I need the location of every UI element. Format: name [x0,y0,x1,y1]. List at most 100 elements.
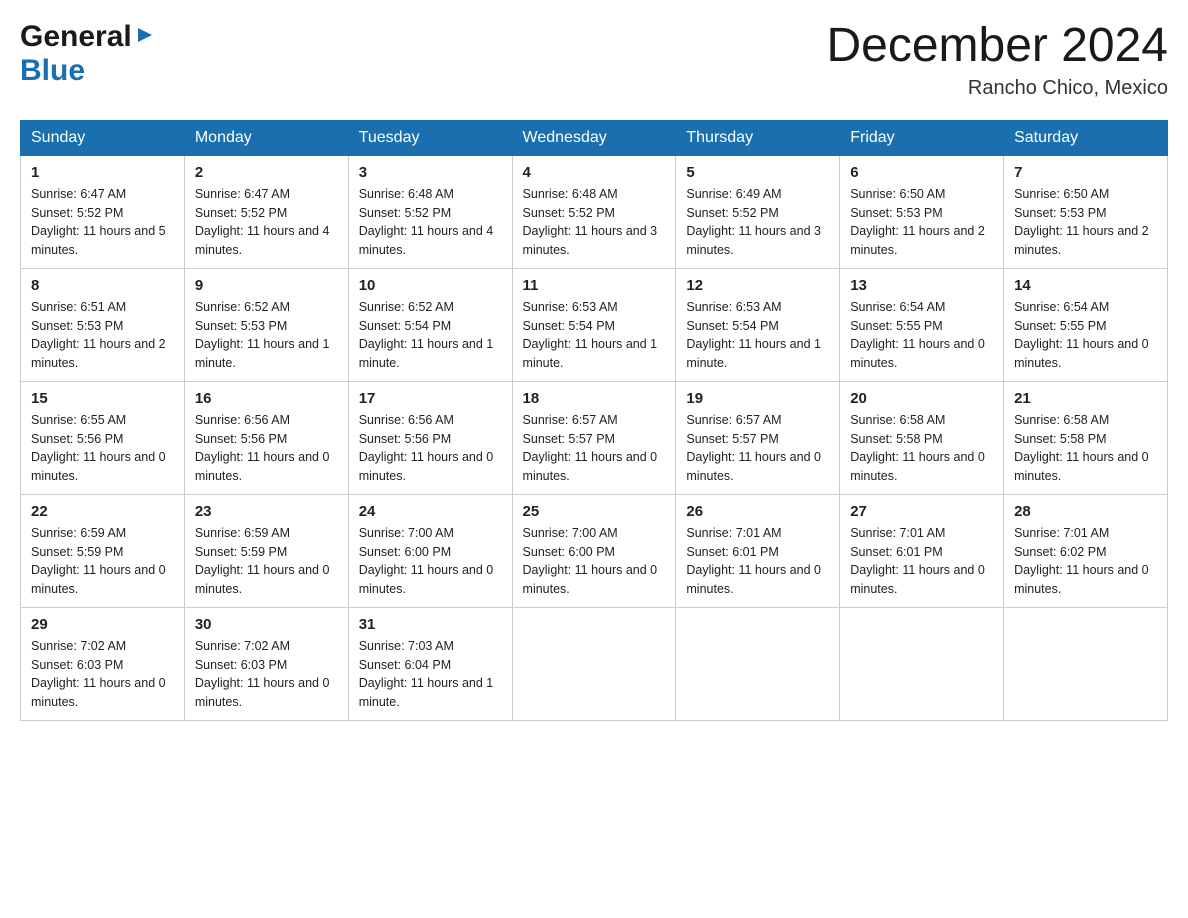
day-number: 28 [1014,503,1157,520]
calendar-day-30: 30 Sunrise: 7:02 AM Sunset: 6:03 PM Dayl… [184,607,348,720]
calendar-week-3: 15 Sunrise: 6:55 AM Sunset: 5:56 PM Dayl… [21,381,1168,494]
calendar-day-31: 31 Sunrise: 7:03 AM Sunset: 6:04 PM Dayl… [348,607,512,720]
calendar-day-23: 23 Sunrise: 6:59 AM Sunset: 5:59 PM Dayl… [184,494,348,607]
day-number: 6 [850,164,993,181]
day-info: Sunrise: 6:53 AM Sunset: 5:54 PM Dayligh… [523,298,666,373]
day-number: 27 [850,503,993,520]
day-info: Sunrise: 6:52 AM Sunset: 5:53 PM Dayligh… [195,298,338,373]
calendar-header-thursday: Thursday [676,120,840,155]
calendar-day-13: 13 Sunrise: 6:54 AM Sunset: 5:55 PM Dayl… [840,268,1004,381]
day-number: 11 [523,277,666,294]
day-number: 21 [1014,390,1157,407]
day-info: Sunrise: 6:58 AM Sunset: 5:58 PM Dayligh… [1014,411,1157,486]
calendar-day-8: 8 Sunrise: 6:51 AM Sunset: 5:53 PM Dayli… [21,268,185,381]
day-number: 1 [31,164,174,181]
calendar-day-12: 12 Sunrise: 6:53 AM Sunset: 5:54 PM Dayl… [676,268,840,381]
day-info: Sunrise: 6:51 AM Sunset: 5:53 PM Dayligh… [31,298,174,373]
day-number: 18 [523,390,666,407]
day-number: 22 [31,503,174,520]
day-info: Sunrise: 7:01 AM Sunset: 6:01 PM Dayligh… [850,524,993,599]
calendar-empty-cell [840,607,1004,720]
calendar-day-15: 15 Sunrise: 6:55 AM Sunset: 5:56 PM Dayl… [21,381,185,494]
day-info: Sunrise: 6:50 AM Sunset: 5:53 PM Dayligh… [850,185,993,260]
calendar-week-1: 1 Sunrise: 6:47 AM Sunset: 5:52 PM Dayli… [21,155,1168,268]
day-info: Sunrise: 6:47 AM Sunset: 5:52 PM Dayligh… [31,185,174,260]
day-number: 29 [31,616,174,633]
logo-blue: Blue [20,54,85,87]
day-number: 30 [195,616,338,633]
calendar-day-27: 27 Sunrise: 7:01 AM Sunset: 6:01 PM Dayl… [840,494,1004,607]
calendar-header-tuesday: Tuesday [348,120,512,155]
calendar-day-9: 9 Sunrise: 6:52 AM Sunset: 5:53 PM Dayli… [184,268,348,381]
calendar-day-3: 3 Sunrise: 6:48 AM Sunset: 5:52 PM Dayli… [348,155,512,268]
calendar-week-5: 29 Sunrise: 7:02 AM Sunset: 6:03 PM Dayl… [21,607,1168,720]
title-block: December 2024 Rancho Chico, Mexico [826,20,1168,100]
day-info: Sunrise: 6:56 AM Sunset: 5:56 PM Dayligh… [359,411,502,486]
page-header: General Blue December 2024 Rancho Chico,… [20,20,1168,100]
calendar-header-sunday: Sunday [21,120,185,155]
calendar-day-29: 29 Sunrise: 7:02 AM Sunset: 6:03 PM Dayl… [21,607,185,720]
day-number: 9 [195,277,338,294]
day-info: Sunrise: 6:57 AM Sunset: 5:57 PM Dayligh… [686,411,829,486]
calendar-day-21: 21 Sunrise: 6:58 AM Sunset: 5:58 PM Dayl… [1004,381,1168,494]
day-number: 17 [359,390,502,407]
calendar-week-4: 22 Sunrise: 6:59 AM Sunset: 5:59 PM Dayl… [21,494,1168,607]
logo: General Blue [20,20,156,88]
day-info: Sunrise: 6:57 AM Sunset: 5:57 PM Dayligh… [523,411,666,486]
day-info: Sunrise: 6:56 AM Sunset: 5:56 PM Dayligh… [195,411,338,486]
day-number: 31 [359,616,502,633]
calendar-empty-cell [512,607,676,720]
calendar-header-row: SundayMondayTuesdayWednesdayThursdayFrid… [21,120,1168,155]
location: Rancho Chico, Mexico [826,77,1168,100]
calendar-day-25: 25 Sunrise: 7:00 AM Sunset: 6:00 PM Dayl… [512,494,676,607]
calendar-day-6: 6 Sunrise: 6:50 AM Sunset: 5:53 PM Dayli… [840,155,1004,268]
calendar-day-4: 4 Sunrise: 6:48 AM Sunset: 5:52 PM Dayli… [512,155,676,268]
day-number: 7 [1014,164,1157,181]
day-number: 23 [195,503,338,520]
calendar-day-17: 17 Sunrise: 6:56 AM Sunset: 5:56 PM Dayl… [348,381,512,494]
calendar-day-22: 22 Sunrise: 6:59 AM Sunset: 5:59 PM Dayl… [21,494,185,607]
day-number: 19 [686,390,829,407]
day-info: Sunrise: 6:49 AM Sunset: 5:52 PM Dayligh… [686,185,829,260]
logo-general: General [20,20,132,54]
day-number: 3 [359,164,502,181]
calendar-day-1: 1 Sunrise: 6:47 AM Sunset: 5:52 PM Dayli… [21,155,185,268]
day-info: Sunrise: 6:53 AM Sunset: 5:54 PM Dayligh… [686,298,829,373]
calendar-day-19: 19 Sunrise: 6:57 AM Sunset: 5:57 PM Dayl… [676,381,840,494]
calendar-day-7: 7 Sunrise: 6:50 AM Sunset: 5:53 PM Dayli… [1004,155,1168,268]
calendar-empty-cell [676,607,840,720]
day-number: 25 [523,503,666,520]
calendar-header-saturday: Saturday [1004,120,1168,155]
day-number: 24 [359,503,502,520]
day-info: Sunrise: 7:01 AM Sunset: 6:02 PM Dayligh… [1014,524,1157,599]
day-info: Sunrise: 6:54 AM Sunset: 5:55 PM Dayligh… [1014,298,1157,373]
day-info: Sunrise: 6:58 AM Sunset: 5:58 PM Dayligh… [850,411,993,486]
calendar-header-friday: Friday [840,120,1004,155]
calendar-day-14: 14 Sunrise: 6:54 AM Sunset: 5:55 PM Dayl… [1004,268,1168,381]
day-info: Sunrise: 7:03 AM Sunset: 6:04 PM Dayligh… [359,637,502,712]
month-title: December 2024 [826,20,1168,73]
day-number: 20 [850,390,993,407]
day-number: 13 [850,277,993,294]
day-info: Sunrise: 6:47 AM Sunset: 5:52 PM Dayligh… [195,185,338,260]
day-info: Sunrise: 7:02 AM Sunset: 6:03 PM Dayligh… [31,637,174,712]
day-info: Sunrise: 6:48 AM Sunset: 5:52 PM Dayligh… [359,185,502,260]
day-info: Sunrise: 6:52 AM Sunset: 5:54 PM Dayligh… [359,298,502,373]
calendar-day-2: 2 Sunrise: 6:47 AM Sunset: 5:52 PM Dayli… [184,155,348,268]
day-number: 10 [359,277,502,294]
day-number: 12 [686,277,829,294]
calendar-day-16: 16 Sunrise: 6:56 AM Sunset: 5:56 PM Dayl… [184,381,348,494]
calendar-day-20: 20 Sunrise: 6:58 AM Sunset: 5:58 PM Dayl… [840,381,1004,494]
logo-flag-icon [134,24,156,46]
day-number: 14 [1014,277,1157,294]
day-info: Sunrise: 7:02 AM Sunset: 6:03 PM Dayligh… [195,637,338,712]
calendar-header-wednesday: Wednesday [512,120,676,155]
calendar-empty-cell [1004,607,1168,720]
calendar-day-26: 26 Sunrise: 7:01 AM Sunset: 6:01 PM Dayl… [676,494,840,607]
day-info: Sunrise: 6:48 AM Sunset: 5:52 PM Dayligh… [523,185,666,260]
calendar-week-2: 8 Sunrise: 6:51 AM Sunset: 5:53 PM Dayli… [21,268,1168,381]
calendar-day-24: 24 Sunrise: 7:00 AM Sunset: 6:00 PM Dayl… [348,494,512,607]
day-number: 8 [31,277,174,294]
calendar-day-10: 10 Sunrise: 6:52 AM Sunset: 5:54 PM Dayl… [348,268,512,381]
day-info: Sunrise: 7:00 AM Sunset: 6:00 PM Dayligh… [359,524,502,599]
